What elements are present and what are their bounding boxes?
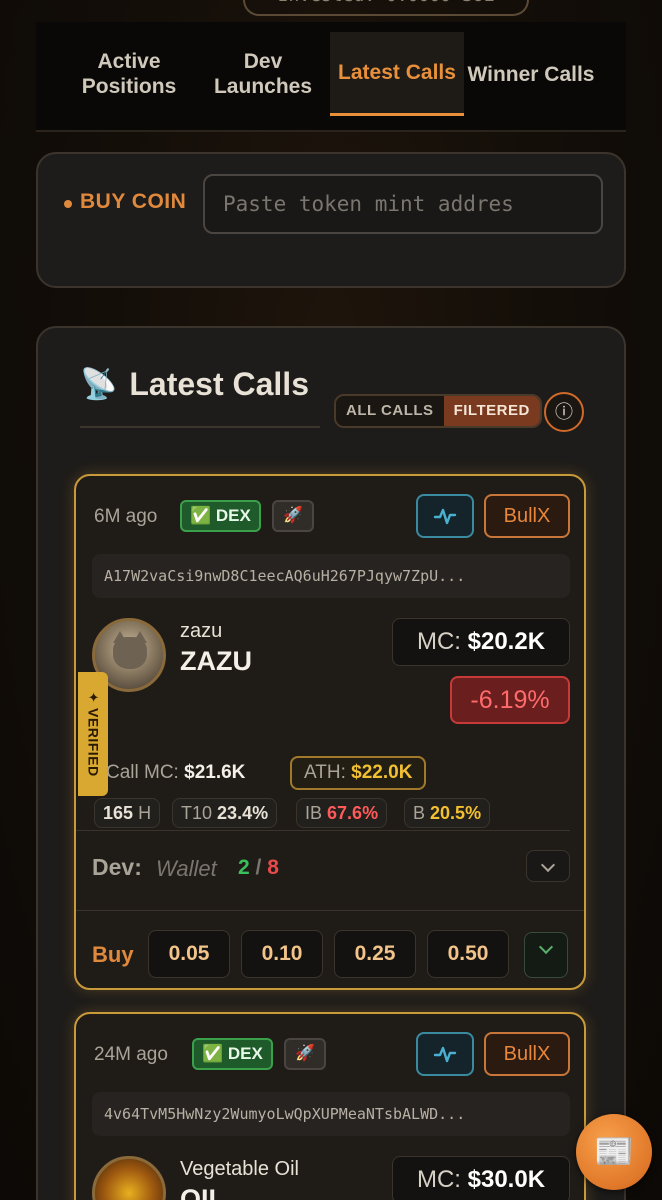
satellite-icon: 📡 <box>80 368 118 401</box>
call-age: 24M ago <box>94 1044 168 1065</box>
call-mc-label: Call MC: <box>106 762 179 783</box>
rocket-icon[interactable]: 🚀 <box>284 1038 326 1070</box>
bullx-button[interactable]: BullX <box>484 494 570 538</box>
dev-wallet: Wallet <box>156 856 217 881</box>
chart-button[interactable] <box>416 1032 474 1076</box>
ath-badge: ATH: $22.0K <box>290 756 427 790</box>
token-address[interactable]: A17W2vaCsi9nwD8C1eecAQ6uH267PJqyw7ZpU... <box>92 554 570 598</box>
all-calls-button[interactable]: ALL CALLS <box>336 396 444 426</box>
divider <box>76 910 584 911</box>
holders-stat: 165 H <box>94 798 161 828</box>
mc-value: $30.0K <box>467 1166 546 1193</box>
call-card: 24M ago ✅ DEX 🚀 BullX 4v64TvM5HwNzy2Wumy… <box>74 1012 586 1200</box>
buy-coin-panel: BUY COIN <box>36 152 626 288</box>
call-card: 6M ago ✅ DEX 🚀 BullX A17W2vaCsi9nwD8C1ee… <box>74 474 586 990</box>
buy-amount-button[interactable]: 0.50 <box>427 930 509 978</box>
top10-label: T10 <box>181 803 213 823</box>
market-cap-box: MC: $20.2K <box>392 618 570 666</box>
buy-dot-icon <box>64 200 72 208</box>
token-address[interactable]: 4v64TvM5HwNzy2WumyoLwQpXUPMeaNTsbALWD... <box>92 1092 570 1136</box>
calls-filter-toggle: ALL CALLS FILTERED <box>334 394 542 428</box>
top10-stat: T10 23.4% <box>172 798 278 828</box>
dex-badge: ✅ DEX <box>180 500 261 532</box>
divider <box>76 830 570 831</box>
b-stat: B 20.5% <box>404 798 491 828</box>
rocket-icon[interactable]: 🚀 <box>272 500 314 532</box>
mc-label: MC: <box>416 1166 461 1193</box>
buy-coin-label: BUY COIN <box>80 190 187 213</box>
buy-amount-button[interactable]: 0.25 <box>334 930 416 978</box>
holders-value: 165 <box>103 803 134 823</box>
token-symbol: zazu <box>180 620 223 642</box>
buy-amount-button[interactable]: 0.05 <box>148 930 230 978</box>
buy-label: Buy <box>92 942 134 967</box>
price-change-badge: -6.19% <box>450 676 570 724</box>
mc-value: $20.2K <box>467 628 546 655</box>
mint-address-input[interactable] <box>203 174 603 234</box>
bullx-button[interactable]: BullX <box>484 1032 570 1076</box>
ath-label: ATH: <box>304 762 346 783</box>
dev-good-count: 2 <box>238 856 250 879</box>
chart-button[interactable] <box>416 494 474 538</box>
buy-amount-button[interactable]: 0.10 <box>241 930 323 978</box>
buy-more-chevron-down-icon[interactable] <box>524 932 568 978</box>
title-underline <box>80 426 320 428</box>
newspaper-icon[interactable]: 📰 <box>576 1114 652 1190</box>
b-label: B <box>413 803 426 823</box>
tab-dev-launches[interactable]: Dev Launches <box>196 32 330 116</box>
token-avatar <box>92 1156 166 1200</box>
call-age: 6M ago <box>94 506 158 527</box>
top10-value: 23.4% <box>217 803 269 823</box>
info-icon[interactable]: ⓘ <box>544 392 584 432</box>
ath-value: $22.0K <box>351 762 413 783</box>
dev-count: 2 / 8 <box>238 856 279 880</box>
call-mc: Call MC: $21.6K <box>94 756 257 790</box>
tab-active-positions[interactable]: Active Positions <box>62 32 196 116</box>
holders-label: H <box>138 803 152 823</box>
dev-label: Dev: <box>92 854 142 880</box>
tabs-bar: Active Positions Dev Launches Latest Cal… <box>36 22 626 132</box>
mc-label: MC: <box>416 628 461 655</box>
latest-calls-title: Latest Calls <box>129 366 309 402</box>
token-name: OIL <box>180 1184 225 1200</box>
pulse-icon <box>433 508 457 525</box>
dex-badge: ✅ DEX <box>192 1038 273 1070</box>
ib-label: IB <box>305 803 323 823</box>
pulse-icon <box>433 1046 457 1063</box>
b-value: 20.5% <box>430 803 482 823</box>
tab-latest-calls[interactable]: Latest Calls <box>330 32 464 116</box>
latest-calls-header: 📡 Latest Calls <box>80 366 309 403</box>
filtered-button[interactable]: FILTERED <box>443 396 540 426</box>
market-cap-box: MC: $30.0K <box>392 1156 570 1200</box>
ib-value: 67.6% <box>327 803 379 823</box>
tab-winner-calls[interactable]: Winner Calls <box>464 32 598 116</box>
dev-bad-count: 8 <box>267 856 279 879</box>
dev-separator: / <box>255 856 262 879</box>
token-name: ZAZU <box>180 646 252 676</box>
token-symbol: Vegetable Oil <box>180 1158 299 1180</box>
dev-expand-chevron-down-icon[interactable] <box>526 850 570 882</box>
invested-pill: Invested: 0.0000 SOL <box>243 0 529 16</box>
ib-stat: IB 67.6% <box>296 798 388 828</box>
call-mc-value: $21.6K <box>184 762 246 783</box>
